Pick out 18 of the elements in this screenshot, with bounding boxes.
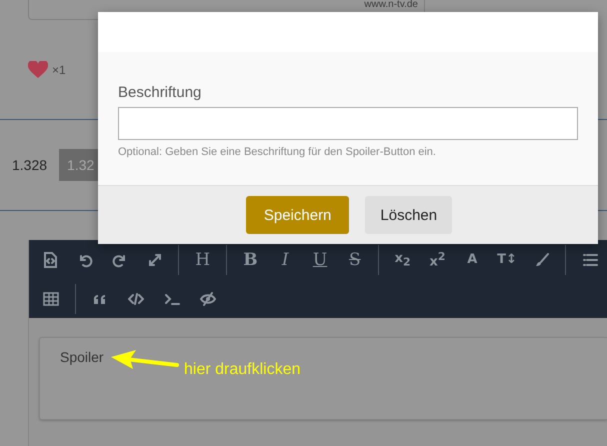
format-button[interactable]: U	[312, 250, 328, 270]
format-button[interactable]: A	[467, 252, 478, 267]
spoiler-label[interactable]: Spoiler	[60, 349, 104, 365]
format-button[interactable]: T↕	[497, 252, 517, 267]
format-button[interactable]: S	[349, 250, 361, 270]
format-button[interactable]: B	[243, 250, 258, 270]
like-count: ×1	[52, 62, 66, 76]
counter-value: 1.328	[12, 157, 48, 173]
annotation-text: hier draufklicken	[184, 361, 300, 379]
source-link[interactable]: www.n-tv.de	[364, 0, 418, 10]
format-button[interactable]: x$_{2}$	[394, 250, 411, 268]
format-button[interactable]: x$^{2}$	[429, 250, 446, 270]
format-button[interactable]: I	[282, 250, 289, 270]
field-label: Beschriftung	[118, 84, 202, 101]
format-button[interactable]: H	[195, 250, 210, 270]
delete-button[interactable]: Löschen	[365, 196, 452, 234]
field-help-text: Optional: Geben Sie eine Beschriftung für den Spoiler-Button ein.	[118, 146, 437, 158]
save-button[interactable]: Speichern	[246, 196, 350, 234]
